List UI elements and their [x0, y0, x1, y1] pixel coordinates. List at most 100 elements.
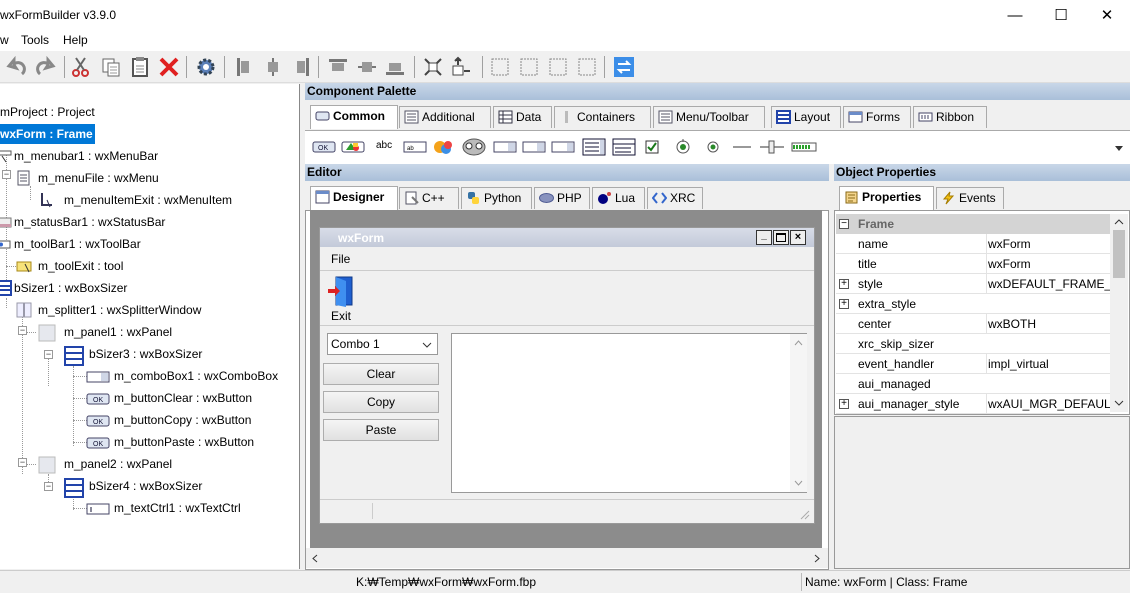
collapse-toggle[interactable]: − [44, 482, 53, 491]
align-bottom-icon[interactable] [384, 56, 406, 78]
scroll-right-icon[interactable] [814, 554, 820, 563]
property-value[interactable]: impl_virtual [986, 354, 1110, 374]
expand-icon[interactable]: + [839, 399, 849, 409]
cut-icon[interactable] [70, 56, 92, 78]
border-right-icon[interactable] [518, 56, 540, 78]
tab-designer[interactable]: Designer [310, 186, 398, 210]
radiobutton-icon[interactable] [674, 138, 692, 156]
property-value[interactable]: wxDEFAULT_FRAME_ST [986, 274, 1110, 294]
tab-xrc[interactable]: XRC [647, 187, 703, 209]
tree-item-panel1[interactable]: m_panel1 : wxPanel [64, 322, 172, 342]
tree-item-menufile[interactable]: m_menuFile : wxMenu [38, 168, 159, 188]
text-area-scrollbar[interactable] [790, 334, 807, 492]
listbox-icon[interactable] [582, 138, 606, 156]
tab-cpp[interactable]: C++ [399, 187, 459, 209]
menu-tools[interactable]: Tools [21, 33, 49, 47]
bitmap-icon[interactable] [432, 138, 456, 156]
align-middle-icon[interactable] [356, 56, 378, 78]
gauge-icon[interactable] [791, 138, 817, 156]
border-top-icon[interactable] [547, 56, 569, 78]
menu-view[interactable]: w [0, 33, 9, 47]
exit-door-icon[interactable] [326, 275, 356, 307]
align-right-icon[interactable] [290, 56, 312, 78]
property-row-aui-managed[interactable]: aui_managed [836, 374, 1110, 394]
tab-data[interactable]: Data [493, 106, 552, 128]
tab-python[interactable]: Python [461, 187, 532, 209]
tree-item-bsizer1[interactable]: bSizer1 : wxBoxSizer [14, 278, 127, 298]
delete-icon[interactable] [158, 56, 180, 78]
property-value[interactable]: wxForm [986, 234, 1110, 254]
property-value[interactable]: wxForm [986, 254, 1110, 274]
tree-item-textctrl[interactable]: m_textCtrl1 : wxTextCtrl [114, 498, 241, 518]
property-category[interactable]: − Frame [836, 214, 1110, 234]
bitmap-button-icon[interactable] [341, 138, 365, 156]
minimize-button[interactable]: — [992, 0, 1038, 30]
undo-icon[interactable] [6, 56, 28, 78]
collapse-toggle[interactable]: − [44, 350, 53, 359]
tree-item-buttoncopy[interactable]: m_buttonCopy : wxButton [114, 410, 251, 430]
scroll-down-icon[interactable] [794, 480, 803, 486]
property-row-title[interactable]: title wxForm [836, 254, 1110, 274]
tab-events[interactable]: Events [936, 187, 1004, 209]
tab-php[interactable]: PHP [534, 187, 590, 209]
form-frame[interactable]: wxForm _ × File Exit Combo 1 Clear Copy … [319, 227, 815, 524]
property-row-event-handler[interactable]: event_handler impl_virtual [836, 354, 1110, 374]
tab-lua[interactable]: Lua [592, 187, 645, 209]
static-text-icon[interactable]: abc [376, 140, 392, 158]
radiobox-icon[interactable] [704, 138, 722, 156]
tab-layout[interactable]: Layout [771, 106, 841, 128]
border-bottom-icon[interactable] [576, 56, 598, 78]
close-button[interactable]: ✕ [1084, 0, 1130, 30]
clear-button[interactable]: Clear [323, 363, 439, 385]
tree-item-bsizer3[interactable]: bSizer3 : wxBoxSizer [89, 344, 202, 364]
align-center-icon[interactable] [262, 56, 284, 78]
menu-help[interactable]: Help [63, 33, 88, 47]
scroll-up-icon[interactable] [794, 340, 803, 346]
property-row-style[interactable]: + style wxDEFAULT_FRAME_ST [836, 274, 1110, 294]
tree-item-buttonclear[interactable]: m_buttonClear : wxButton [114, 388, 252, 408]
button-icon[interactable]: OK [312, 138, 336, 156]
checkbox-icon[interactable] [644, 138, 660, 156]
text-area[interactable] [451, 333, 807, 493]
tab-forms[interactable]: Forms [843, 106, 911, 128]
editor-hscrollbar[interactable] [306, 548, 828, 568]
spinctrl-icon[interactable] [551, 138, 575, 156]
property-value[interactable]: wxBOTH [986, 314, 1110, 334]
property-value[interactable]: wxAUI_MGR_DEFAULT [986, 394, 1110, 414]
property-row-extra-style[interactable]: + extra_style [836, 294, 1110, 314]
swap-icon[interactable] [613, 56, 635, 78]
collapse-toggle[interactable]: − [18, 458, 27, 467]
palette-dropdown-icon[interactable] [1114, 143, 1124, 153]
property-row-center[interactable]: center wxBOTH [836, 314, 1110, 334]
tree-item-buttonpaste[interactable]: m_buttonPaste : wxButton [114, 432, 254, 452]
copy-icon[interactable] [100, 56, 122, 78]
collapse-toggle[interactable]: − [2, 170, 11, 179]
redo-icon[interactable] [34, 56, 56, 78]
listctrl-icon[interactable] [612, 138, 636, 156]
combobox-icon[interactable] [493, 138, 517, 156]
maximize-button[interactable]: ☐ [1038, 0, 1084, 30]
object-tree[interactable]: mProject : Project wxForm : Frame m_menu… [0, 84, 300, 569]
tab-ribbon[interactable]: Ribbon [913, 106, 987, 128]
tree-item-wxform[interactable]: wxForm : Frame [0, 124, 95, 144]
stretch-icon[interactable] [450, 56, 472, 78]
property-row-xrc-skip-sizer[interactable]: xrc_skip_sizer✓ [836, 334, 1110, 354]
property-scrollbar[interactable] [1110, 214, 1128, 412]
tab-menu-toolbar[interactable]: Menu/Toolbar [653, 106, 765, 128]
tab-containers[interactable]: Containers [554, 106, 651, 128]
form-menu-file[interactable]: File [331, 252, 350, 266]
tree-item-bsizer4[interactable]: bSizer4 : wxBoxSizer [89, 476, 202, 496]
property-row-name[interactable]: name wxForm [836, 234, 1110, 254]
tree-item-combobox[interactable]: m_comboBox1 : wxComboBox [114, 366, 278, 386]
choice-icon[interactable] [522, 138, 546, 156]
align-left-icon[interactable] [234, 56, 256, 78]
align-top-icon[interactable] [327, 56, 349, 78]
scroll-down-icon[interactable] [1114, 400, 1124, 406]
tree-item-panel2[interactable]: m_panel2 : wxPanel [64, 454, 172, 474]
tree-item-toolexit[interactable]: m_toolExit : tool [38, 256, 123, 276]
property-row-aui-manager-style[interactable]: + aui_manager_style wxAUI_MGR_DEFAULT [836, 394, 1110, 414]
gear-icon[interactable] [195, 56, 217, 78]
animation-icon[interactable] [461, 138, 487, 156]
tree-item-project[interactable]: mProject : Project [0, 102, 95, 122]
scrollbar-thumb[interactable] [1113, 230, 1125, 278]
